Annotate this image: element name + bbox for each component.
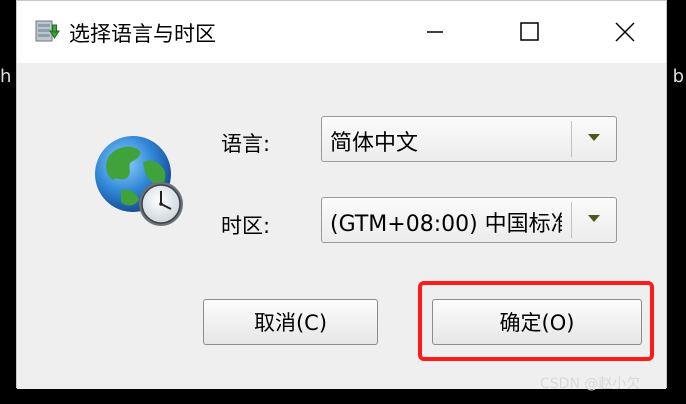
minimize-button[interactable] bbox=[412, 9, 458, 55]
timezone-select-value: (GTM+08:00) 中国标准时间 bbox=[330, 212, 562, 237]
timezone-label: 时区: bbox=[221, 214, 271, 238]
background-text-right: b bbox=[672, 66, 684, 87]
close-button[interactable] bbox=[602, 9, 648, 55]
background-text-left: h bbox=[0, 66, 12, 87]
divider bbox=[571, 121, 572, 157]
language-label: 语言: bbox=[221, 132, 271, 156]
globe-clock-icon bbox=[91, 132, 191, 232]
divider bbox=[571, 202, 572, 238]
maximize-button[interactable] bbox=[507, 9, 553, 55]
language-select-value: 简体中文 bbox=[330, 131, 419, 156]
dropdown-arrow-icon[interactable] bbox=[588, 215, 600, 222]
minimize-icon bbox=[427, 31, 443, 33]
window-title: 选择语言与时区 bbox=[69, 22, 216, 46]
watermark: CSDN @赵小欠 bbox=[540, 376, 641, 392]
language-select[interactable]: 简体中文 bbox=[321, 116, 617, 162]
close-icon bbox=[615, 22, 635, 42]
title-bar: 选择语言与时区 bbox=[17, 1, 666, 63]
cancel-button[interactable]: 取消(C) bbox=[203, 299, 378, 345]
installer-icon bbox=[33, 17, 61, 45]
timezone-select[interactable]: (GTM+08:00) 中国标准时间 bbox=[321, 197, 617, 243]
maximize-icon bbox=[520, 22, 539, 41]
highlight-box bbox=[418, 281, 654, 361]
dropdown-arrow-icon[interactable] bbox=[588, 134, 600, 141]
